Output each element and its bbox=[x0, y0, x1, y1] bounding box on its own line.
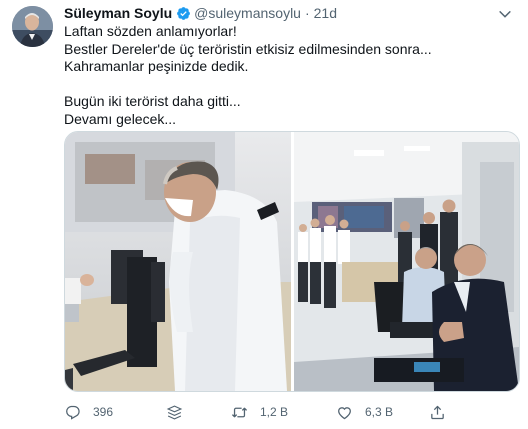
tweet-line: Kahramanlar peşinizde dedik. bbox=[64, 58, 249, 74]
tweet-line: Devamı gelecek... bbox=[64, 110, 177, 127]
verified-badge-icon bbox=[177, 6, 191, 20]
officer-at-computer-photo[interactable] bbox=[65, 132, 291, 391]
share-button[interactable] bbox=[429, 402, 458, 422]
author-name[interactable]: Süleyman Soylu bbox=[64, 5, 172, 21]
share-icon bbox=[431, 405, 444, 419]
tweet-timestamp[interactable]: 21d bbox=[314, 5, 337, 21]
tweet[interactable]: Süleyman Soylu @suleymansoylu · 21d Laft… bbox=[0, 0, 528, 429]
tweet-line: Bugün iki terörist daha gitti... bbox=[64, 93, 241, 109]
analytics-icon bbox=[166, 405, 183, 419]
tweet-text: Laftan sözden anlamıyorlar! Bestler Dere… bbox=[64, 23, 504, 128]
retweet-icon bbox=[231, 407, 248, 417]
header-separator: · bbox=[304, 5, 310, 21]
tweet-media bbox=[64, 131, 520, 392]
chevron-down-icon bbox=[499, 10, 511, 18]
tweet-header: Süleyman Soylu @suleymansoylu · 21d bbox=[64, 5, 337, 21]
like-button[interactable]: 6,3 B bbox=[336, 402, 393, 422]
reply-button[interactable]: 396 bbox=[64, 402, 113, 422]
tweet-line: Bestler Dereler'de üç teröristin etkisiz… bbox=[64, 40, 432, 57]
author-handle[interactable]: @suleymansoylu bbox=[194, 5, 301, 21]
control-room-officers-photo[interactable] bbox=[294, 132, 519, 391]
tweet-actions: 396 1,2 B 6,3 B bbox=[64, 402, 504, 422]
reply-icon bbox=[66, 405, 80, 420]
tweet-line: Laftan sözden anlamıyorlar! bbox=[64, 23, 237, 39]
reply-count: 396 bbox=[93, 405, 114, 419]
like-count: 6,3 B bbox=[365, 405, 394, 419]
more-button[interactable] bbox=[496, 7, 514, 21]
analytics-button[interactable] bbox=[166, 402, 195, 422]
retweet-button[interactable]: 1,2 B bbox=[231, 402, 288, 422]
avatar[interactable] bbox=[12, 6, 53, 47]
retweet-count: 1,2 B bbox=[260, 405, 289, 419]
like-icon bbox=[338, 406, 351, 419]
